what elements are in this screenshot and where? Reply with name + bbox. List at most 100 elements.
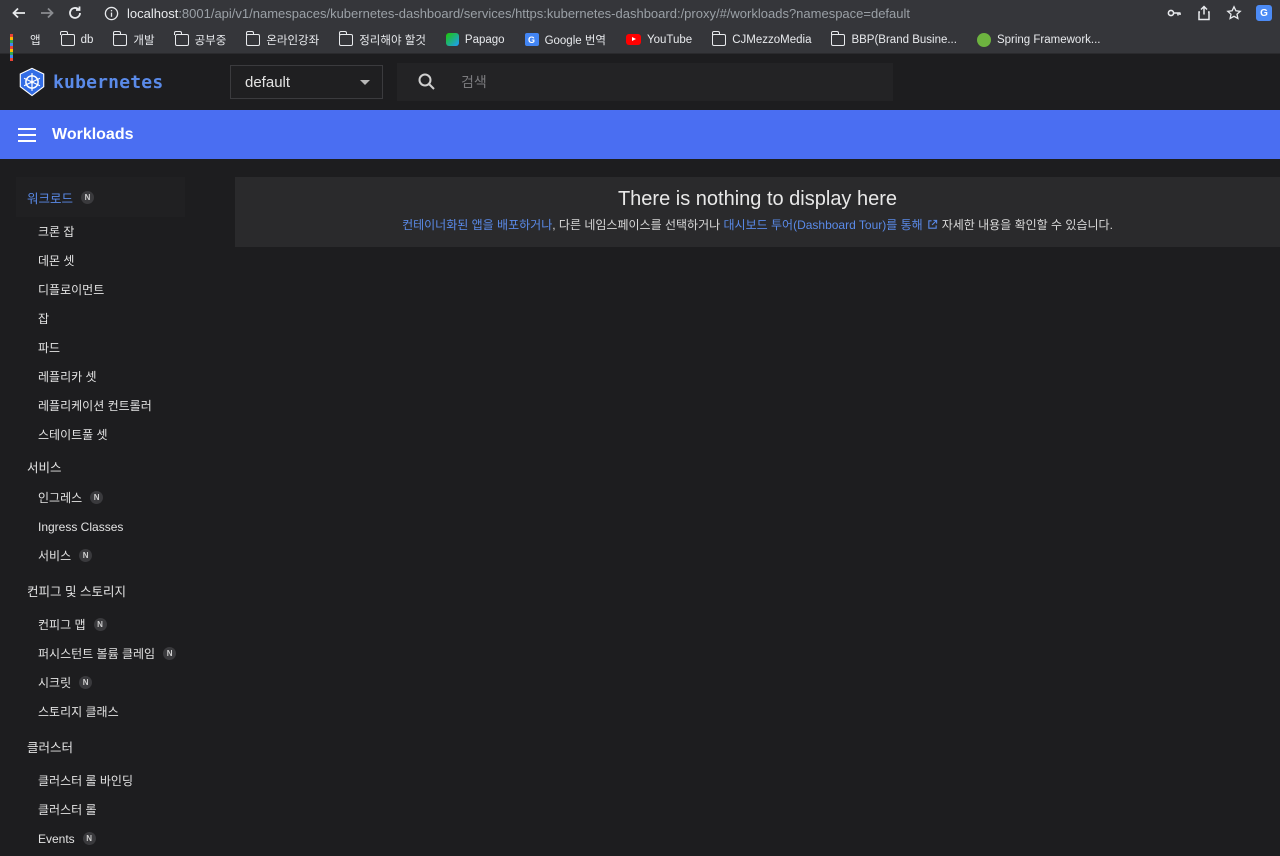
- sidebar-item-label: 데몬 셋: [38, 254, 75, 268]
- sidebar-item-clusterroles[interactable]: 클러스터 롤: [16, 795, 200, 824]
- bookmark-papago[interactable]: Papago: [445, 33, 505, 46]
- youtube-icon: [626, 34, 642, 45]
- bookmark-online-course[interactable]: 온라인강좌: [245, 30, 320, 48]
- sidebar: 워크로드 N 크론 잡 데몬 셋 디플로이먼트 잡 파드 레플리카 셋 레플리케…: [0, 159, 200, 856]
- share-icon[interactable]: [1196, 5, 1212, 21]
- apps-grid-icon: [10, 33, 24, 61]
- bookmark-dev[interactable]: 개발: [112, 30, 155, 48]
- bookmark-youtube[interactable]: YouTube: [626, 34, 692, 46]
- menu-icon[interactable]: [18, 127, 36, 142]
- bookmark-bbp[interactable]: BBP(Brand Busine...: [830, 30, 957, 46]
- sidebar-item-label: 크론 잡: [38, 225, 75, 239]
- sidebar-item-label: 스테이트풀 셋: [38, 428, 108, 442]
- namespaced-badge: N: [82, 832, 96, 845]
- bookmark-cjmezzomedia[interactable]: CJMezzoMedia: [711, 30, 811, 46]
- sidebar-group-config-storage[interactable]: 컨피그 및 스토리지: [16, 570, 200, 610]
- bookmarks-bar: 앱 db 개발 공부중 온라인강좌 정리해야 할것 Papago G Googl…: [0, 26, 1280, 61]
- search-icon: [418, 73, 435, 90]
- search-input[interactable]: [461, 74, 841, 90]
- page-title: Workloads: [52, 125, 134, 143]
- sidebar-group-cluster[interactable]: 클러스터: [16, 726, 200, 766]
- sidebar-item-daemonsets[interactable]: 데몬 셋: [16, 246, 200, 275]
- bookmark-apps[interactable]: 앱: [10, 32, 41, 61]
- sidebar-item-services[interactable]: 서비스 N: [16, 541, 200, 570]
- empty-state-middle-text: , 다른 네임스페이스를 선택하거나: [552, 217, 724, 232]
- sidebar-item-deployments[interactable]: 디플로이먼트: [16, 275, 200, 304]
- address-bar[interactable]: localhost:8001/api/v1/namespaces/kuberne…: [96, 2, 1156, 24]
- sidebar-item-storageclasses[interactable]: 스토리지 클래스: [16, 697, 200, 726]
- bookmark-todo[interactable]: 정리해야 할것: [338, 30, 426, 48]
- sidebar-item-label: 클러스터 롤: [38, 803, 97, 817]
- spring-icon: [976, 32, 991, 47]
- sidebar-item-label: 컨피그 맵: [38, 618, 86, 632]
- folder-icon: [338, 30, 354, 46]
- browser-toolbar: localhost:8001/api/v1/namespaces/kuberne…: [0, 0, 1280, 26]
- dashboard-tour-link[interactable]: 대시보드 투어(Dashboard Tour)를 통해: [724, 216, 923, 233]
- forward-icon[interactable]: [36, 2, 58, 24]
- sidebar-item-replicationcontrollers[interactable]: 레플리케이션 컨트롤러: [16, 391, 200, 420]
- namespace-value: default: [245, 73, 291, 91]
- google-translate-extension-icon[interactable]: G: [1256, 5, 1272, 21]
- bookmark-spring[interactable]: Spring Framework...: [976, 32, 1100, 47]
- folder-icon: [711, 30, 727, 46]
- papago-icon: [445, 33, 459, 46]
- sidebar-item-label: 인그레스: [38, 491, 83, 505]
- bookmark-label: 공부중: [194, 34, 227, 47]
- sidebar-item-replicasets[interactable]: 레플리카 셋: [16, 362, 200, 391]
- namespaced-badge: N: [79, 549, 93, 562]
- page-toolbar: Workloads: [0, 110, 1280, 159]
- namespaced-badge: N: [90, 491, 104, 504]
- sidebar-item-label: 서비스: [38, 549, 72, 563]
- sidebar-item-jobs[interactable]: 잡: [16, 304, 200, 333]
- sidebar-group-label: 컨피그 및 스토리지: [27, 584, 126, 599]
- external-link-icon[interactable]: [927, 219, 938, 230]
- sidebar-item-label: 잡: [38, 312, 50, 326]
- deploy-app-link[interactable]: 컨테이너화된 앱을 배포하거나: [402, 216, 552, 233]
- namespaced-badge: N: [81, 190, 95, 204]
- namespaced-badge: N: [93, 618, 107, 631]
- sidebar-item-ingress-classes[interactable]: Ingress Classes: [16, 512, 200, 541]
- bookmark-label: 개발: [133, 34, 155, 47]
- sidebar-item-events[interactable]: Events N: [16, 824, 200, 853]
- logo-text: kubernetes: [53, 71, 164, 93]
- sidebar-item-secrets[interactable]: 시크릿 N: [16, 668, 200, 697]
- sidebar-item-label: 클러스터 롤 바인딩: [38, 774, 133, 788]
- sidebar-item-label: Events: [38, 831, 75, 846]
- kubernetes-helm-icon: [19, 67, 45, 97]
- sidebar-item-ingresses[interactable]: 인그레스 N: [16, 483, 200, 512]
- bookmark-label: 온라인강좌: [266, 34, 320, 47]
- sidebar-item-persistentvolumeclaims[interactable]: 퍼시스턴트 볼륨 클레임 N: [16, 639, 200, 668]
- sidebar-group-service[interactable]: 서비스: [16, 449, 200, 483]
- sidebar-item-label: 레플리케이션 컨트롤러: [38, 399, 152, 413]
- sidebar-item-configmaps[interactable]: 컨피그 맵 N: [16, 610, 200, 639]
- bookmark-db[interactable]: db: [59, 30, 94, 46]
- sidebar-group-workloads[interactable]: 워크로드 N: [16, 177, 185, 217]
- site-info-icon[interactable]: [104, 6, 119, 21]
- sidebar-group-label: 워크로드: [27, 191, 74, 206]
- bookmark-study[interactable]: 공부중: [173, 30, 227, 48]
- main-content: There is nothing to display here 컨테이너화된 …: [200, 159, 1280, 856]
- sidebar-item-statefulsets[interactable]: 스테이트풀 셋: [16, 420, 200, 449]
- kubernetes-logo[interactable]: kubernetes: [17, 67, 230, 97]
- reload-icon[interactable]: [64, 2, 86, 24]
- sidebar-item-clusterrolebindings[interactable]: 클러스터 롤 바인딩: [16, 766, 200, 795]
- folder-icon: [112, 30, 128, 46]
- folder-icon: [173, 30, 189, 46]
- back-icon[interactable]: [8, 2, 30, 24]
- bookmark-label: YouTube: [647, 33, 693, 46]
- sidebar-group-label: 클러스터: [27, 740, 74, 755]
- sidebar-item-cronjobs[interactable]: 크론 잡: [16, 217, 200, 246]
- search-bar: [397, 63, 893, 101]
- bookmark-google-translate[interactable]: G Google 번역: [524, 32, 606, 48]
- namespace-select[interactable]: default: [230, 65, 383, 99]
- key-icon[interactable]: [1166, 5, 1182, 21]
- url-host: localhost: [127, 5, 179, 21]
- namespaced-badge: N: [163, 647, 177, 660]
- empty-state-end-text: 자세한 내용을 확인할 수 있습니다.: [941, 217, 1113, 232]
- bookmark-label: 정리해야 할것: [359, 34, 426, 47]
- bookmark-label: db: [80, 33, 94, 46]
- sidebar-item-pods[interactable]: 파드: [16, 333, 200, 362]
- bookmark-star-icon[interactable]: [1226, 5, 1242, 21]
- sidebar-item-label: 퍼시스턴트 볼륨 클레임: [38, 647, 156, 661]
- sidebar-item-label: 시크릿: [38, 676, 72, 690]
